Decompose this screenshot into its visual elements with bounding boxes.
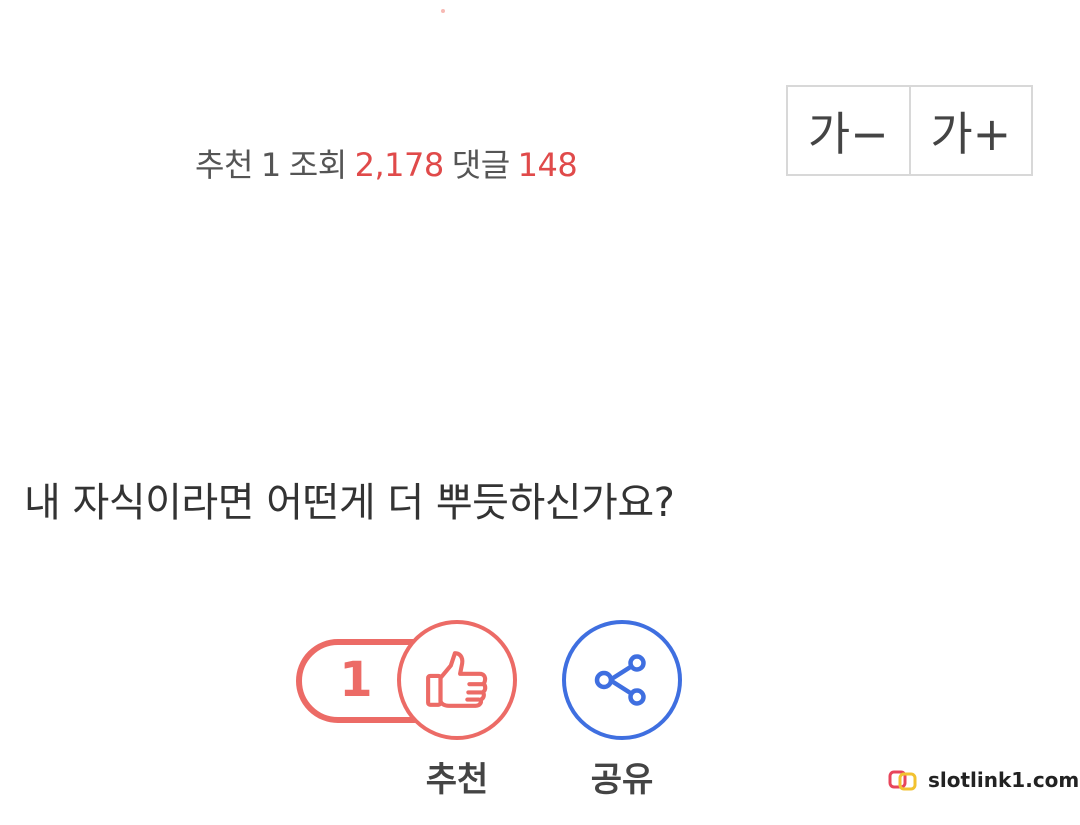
link-logo-icon xyxy=(888,770,917,791)
font-size-controls: 가− 가+ xyxy=(786,85,1033,176)
stats-like-count: 1 xyxy=(260,146,281,184)
post-question: 내 자식이라면 어떤게 더 뿌듯하신가요? xyxy=(24,480,675,526)
decorative-dot xyxy=(441,9,445,13)
stats-view-count: 2,178 xyxy=(354,146,445,184)
stats-view-label: 조회 xyxy=(288,146,347,184)
like-count: 1 xyxy=(339,652,373,708)
stats-like-label: 추천 xyxy=(195,146,253,184)
share-button-label[interactable]: 공유 xyxy=(562,752,682,801)
like-button-label[interactable]: 추천 xyxy=(397,752,517,801)
stats-comment-label: 댓글 xyxy=(451,146,510,184)
watermark-text: slotlink1.com xyxy=(928,768,1080,792)
font-increase-button[interactable]: 가+ xyxy=(908,87,1032,174)
stats-comment-count: 148 xyxy=(517,146,578,184)
post-stats: 추천 1 조회 2,178 댓글 148 xyxy=(195,140,578,186)
watermark: slotlink1.com xyxy=(888,768,1079,792)
share-icon xyxy=(594,654,646,706)
font-decrease-button[interactable]: 가− xyxy=(788,87,909,174)
thumbs-up-icon xyxy=(426,651,488,708)
post-view: 추천 1 조회 2,178 댓글 148 가− 가+ 내 자식이라면 어떤게 더 뿌듯하신… xyxy=(0,0,1080,825)
like-button[interactable] xyxy=(397,620,517,740)
share-button[interactable] xyxy=(562,620,682,740)
